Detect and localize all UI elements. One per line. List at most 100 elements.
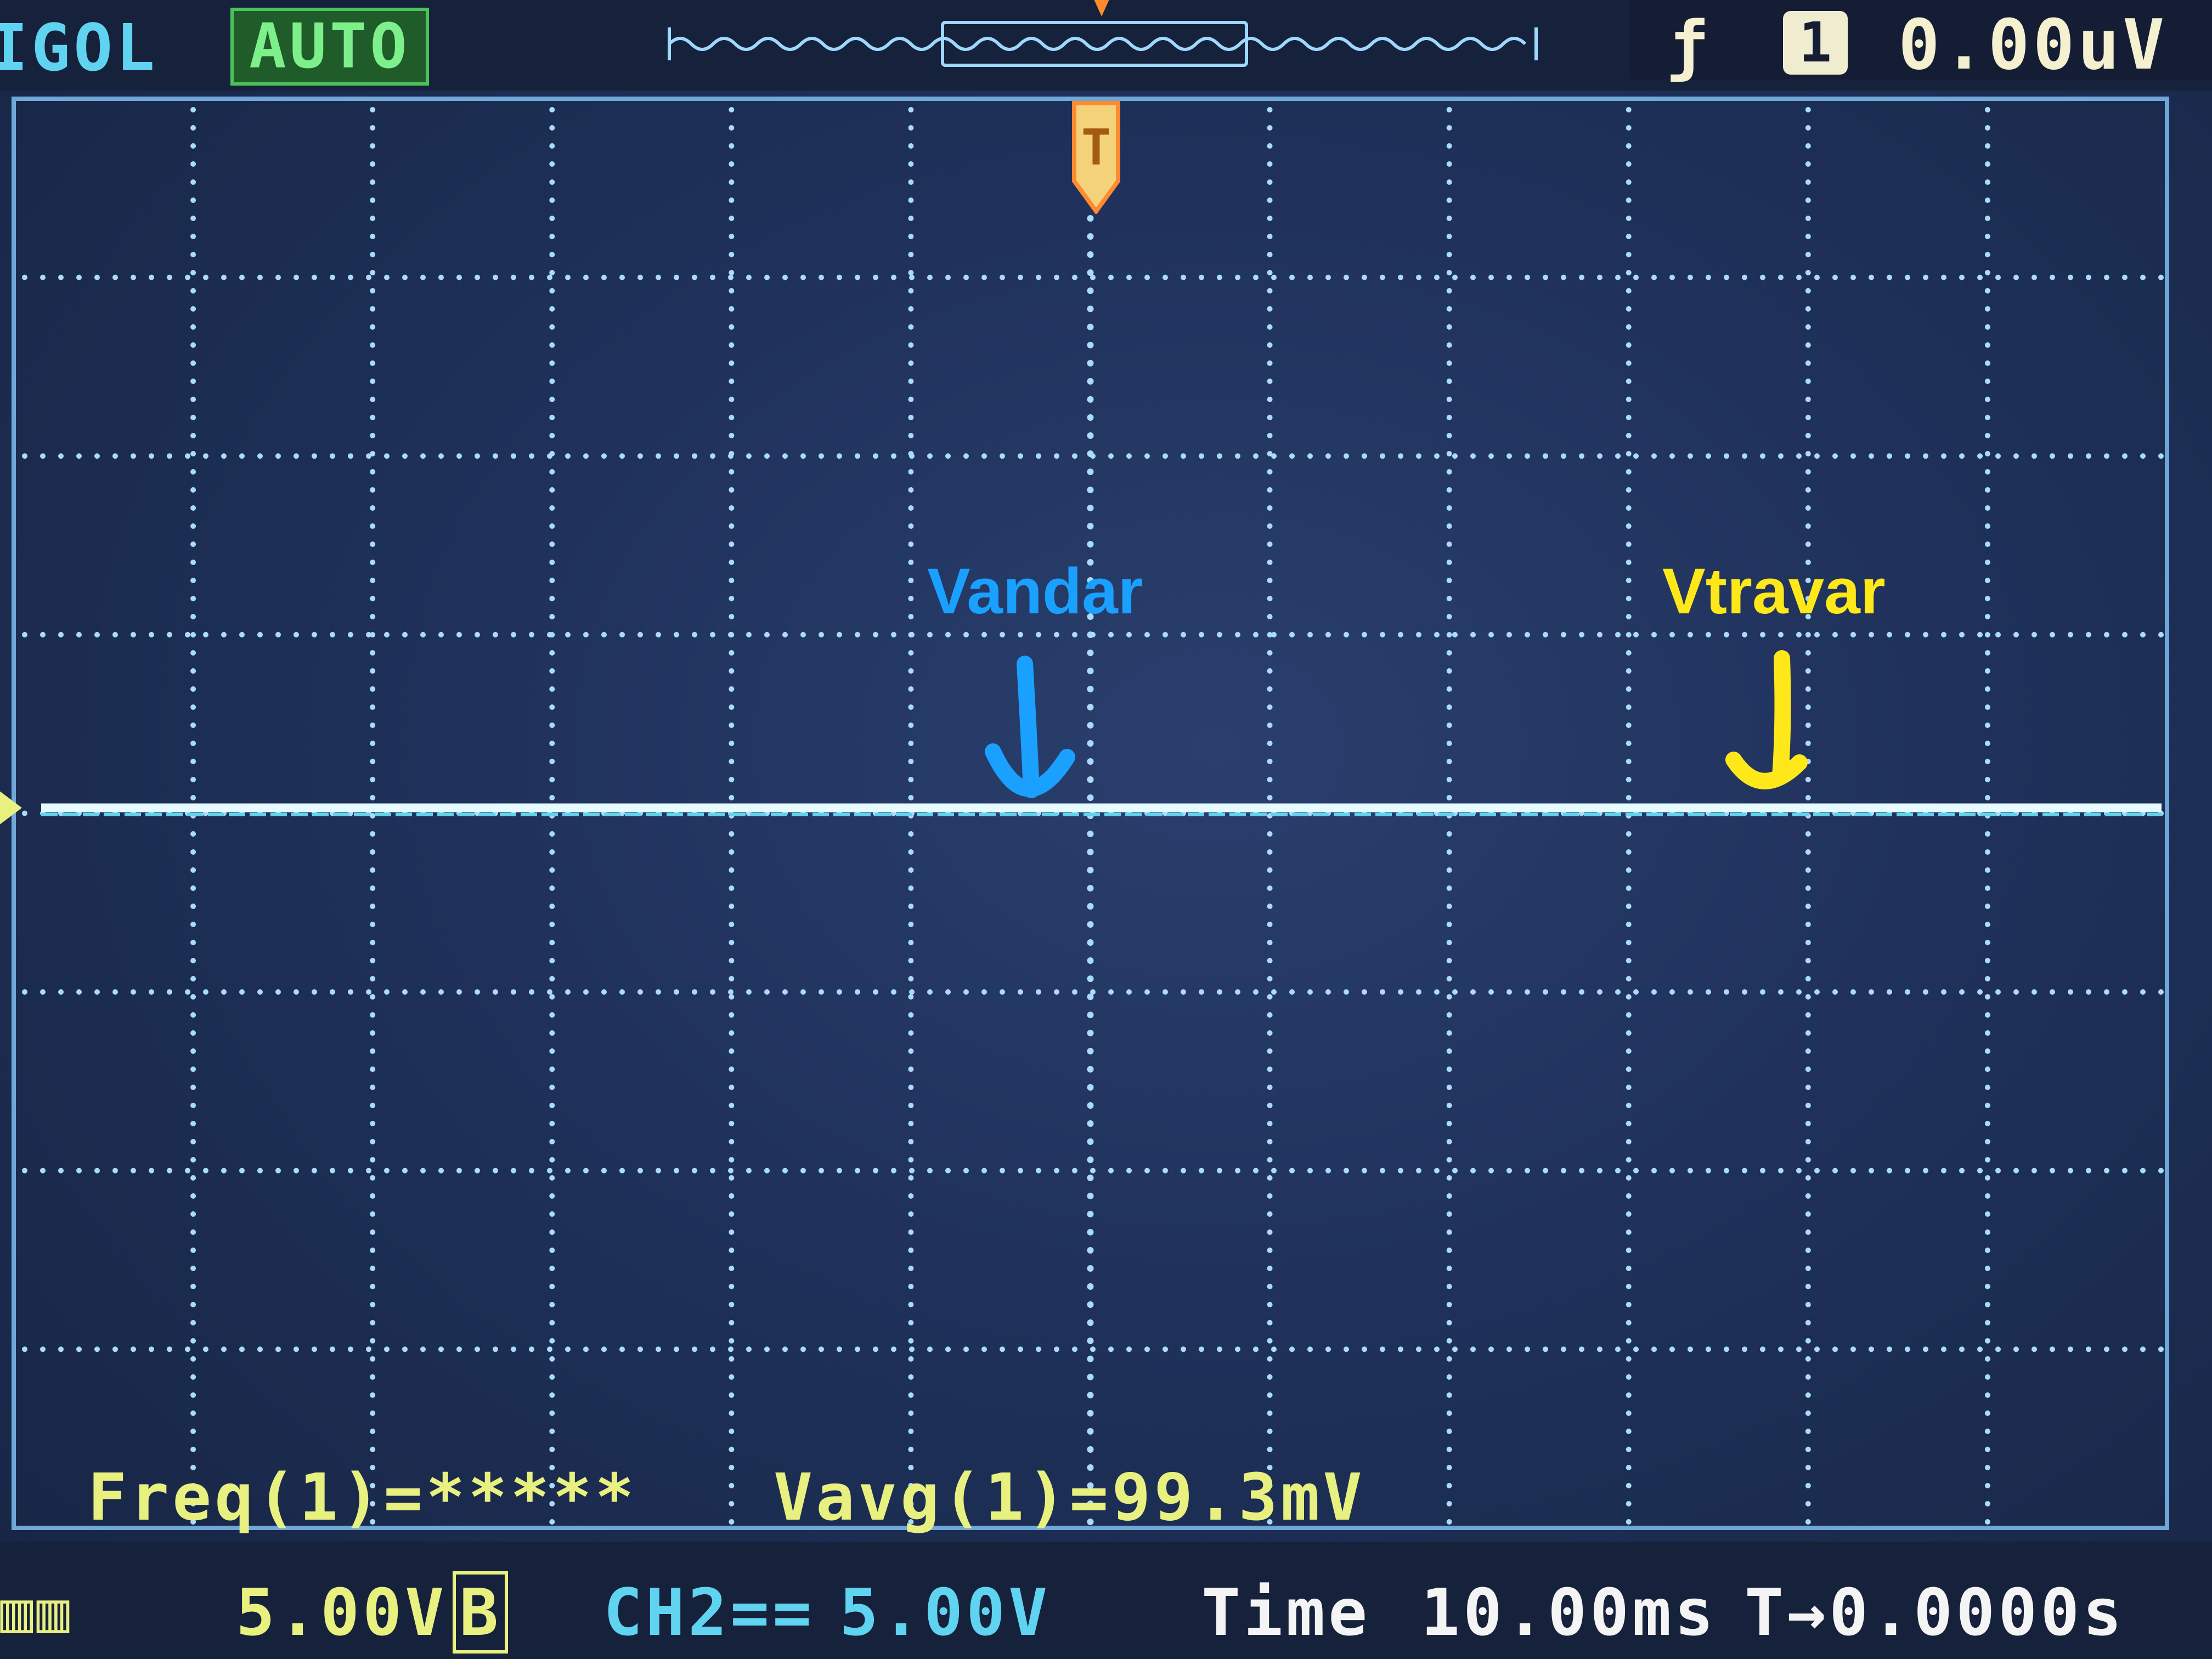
grid-dot [370, 1121, 376, 1126]
grid-dot [549, 1103, 555, 1108]
grid-dot [475, 989, 480, 995]
grid-dot [764, 274, 770, 280]
grid-dot [729, 1266, 735, 1271]
grid-dot [1669, 989, 1675, 995]
grid-dot [1626, 1012, 1632, 1018]
grid-dot [800, 989, 806, 995]
grid-dot [40, 989, 46, 995]
grid-dot [1000, 989, 1005, 995]
grid-dot [1344, 1346, 1349, 1352]
grid-dot [908, 1302, 914, 1307]
grid-dot [729, 252, 735, 257]
grid-dot [1805, 415, 1811, 420]
grid-dot [1995, 631, 2001, 637]
grid-dot [1669, 274, 1675, 280]
grid-dot [1488, 1346, 1494, 1352]
grid-dot [1805, 451, 1811, 456]
grid-dot [674, 1167, 679, 1173]
grid-dot [370, 686, 376, 692]
grid-dot [370, 505, 376, 511]
grid-dot [1108, 1346, 1114, 1352]
grid-dot [185, 1346, 190, 1352]
grid-dot [1446, 433, 1452, 438]
run-status-badge[interactable]: AUTO [230, 8, 429, 86]
grid-dot [1543, 274, 1548, 280]
grid-dot [370, 614, 376, 619]
grid-dot [1984, 1248, 1990, 1253]
grid-dot [729, 759, 735, 764]
grid-dot [221, 1346, 227, 1352]
grid-dot [1072, 274, 1077, 280]
grid-dot [1446, 1465, 1452, 1470]
grid-dot [1805, 1465, 1811, 1470]
grid-dot [370, 940, 376, 945]
grid-dot [40, 1167, 46, 1173]
ch2-label[interactable]: CH2== [603, 1575, 815, 1650]
grid-dot [402, 631, 408, 637]
grid-dot [1805, 777, 1811, 782]
grid-dot [239, 989, 245, 995]
grid-dot [511, 989, 516, 995]
grid-dot [547, 274, 552, 280]
grid-dot [729, 161, 735, 167]
grid-dot [2140, 453, 2146, 459]
grid-dot [76, 453, 82, 459]
grid-dot [1289, 631, 1295, 637]
grid-dot [203, 274, 208, 280]
grid-dot [1217, 453, 1222, 459]
grid-dot [1267, 668, 1273, 674]
grid-dot [2158, 453, 2164, 459]
grid-dot [330, 1167, 335, 1173]
grid-dot [1984, 795, 1990, 800]
grid-dot [729, 849, 735, 855]
grid-dot [1087, 957, 1094, 964]
grid-dot [601, 989, 607, 995]
grid-dot [729, 922, 735, 927]
grid-dot [370, 198, 376, 203]
grid-dot [908, 904, 914, 909]
grid-dot [729, 541, 735, 547]
grid-dot [1543, 631, 1548, 637]
grid-dot [729, 904, 735, 909]
trigger-offset[interactable]: T→0.0000s [1745, 1575, 2125, 1650]
grid-dot [728, 1346, 733, 1352]
grid-dot [1626, 1048, 1632, 1054]
grid-dot [1087, 1301, 1094, 1308]
grid-dot [1087, 704, 1094, 710]
grid-dot [1626, 1103, 1632, 1108]
ch2-scale[interactable]: 5.00V [839, 1575, 1051, 1650]
grid-dot [728, 631, 733, 637]
grid-dot [619, 989, 625, 995]
grid-dot [112, 1346, 118, 1352]
grid-dot [1814, 274, 1820, 280]
trigger-position-marker[interactable]: T [1070, 99, 1122, 214]
grid-dot [729, 107, 735, 112]
grid-dot [1814, 631, 1820, 637]
grid-dot [1267, 179, 1273, 185]
grid-dot [1434, 631, 1440, 637]
grid-dot [2158, 274, 2164, 280]
ch1-scale[interactable]: 5.00V B [236, 1571, 509, 1654]
grid-dot [1267, 161, 1273, 167]
timebase-scale[interactable]: 10.00ms [1421, 1575, 1717, 1650]
grid-dot [891, 1346, 896, 1352]
grid-dot [1805, 650, 1811, 656]
grid-dot [1267, 1193, 1273, 1199]
grid-dot [190, 1193, 196, 1199]
grid-dot [257, 989, 263, 995]
grid-dot [1271, 1167, 1277, 1173]
grid-dot [2086, 1346, 2091, 1352]
grid-dot [1087, 251, 1094, 258]
grid-dot [908, 867, 914, 873]
grid-dot [1362, 453, 1367, 459]
grid-dot [1036, 989, 1041, 995]
grid-dot [190, 523, 196, 529]
grid-dot [1805, 143, 1811, 149]
grid-dot [1446, 523, 1452, 529]
grid-dot [1307, 453, 1313, 459]
grid-dot [1267, 1302, 1273, 1307]
grid-dot [1626, 1175, 1632, 1181]
grid-dot [1805, 107, 1811, 112]
grid-dot [583, 1167, 589, 1173]
grid-dot [2104, 274, 2109, 280]
